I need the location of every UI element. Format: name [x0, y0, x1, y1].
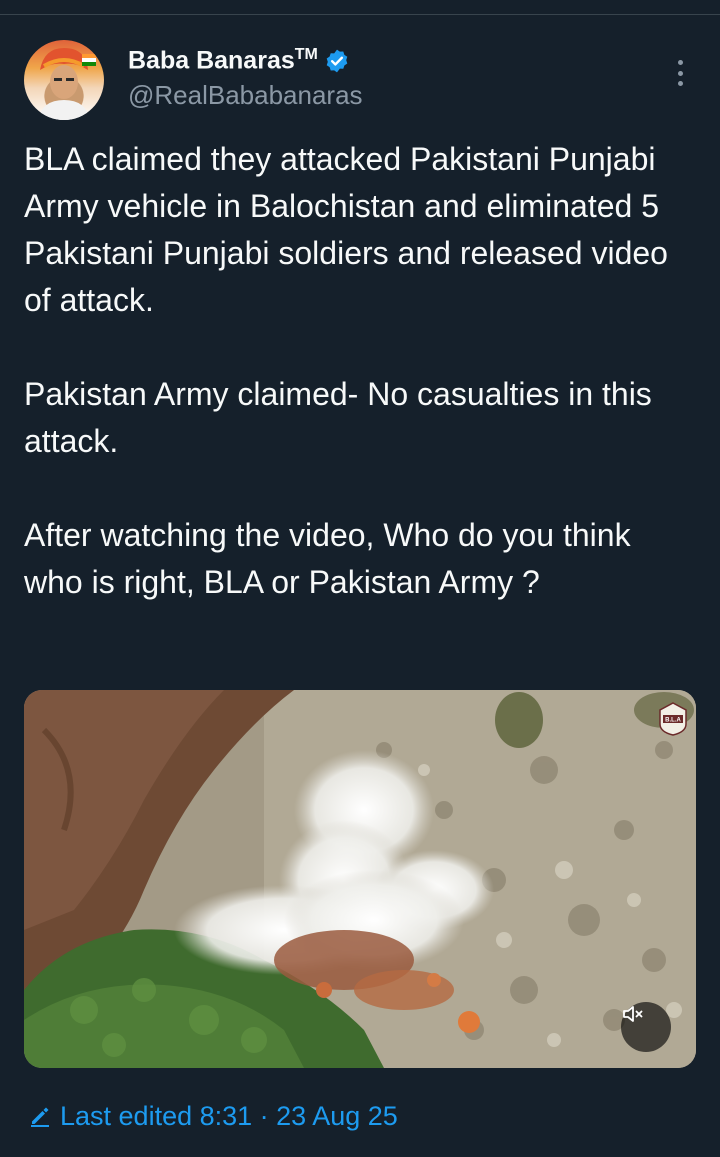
- last-edited-link[interactable]: Last edited 8:31 · 23 Aug 25: [28, 1096, 398, 1136]
- volume-muted-icon: [623, 1006, 643, 1022]
- user-handle[interactable]: @RealBababanaras: [128, 80, 363, 111]
- video-player[interactable]: B.L.A: [24, 690, 696, 1068]
- mute-button[interactable]: [621, 1002, 671, 1052]
- watermark-logo-icon: B.L.A: [658, 702, 688, 736]
- watermark-text: B.L.A: [665, 718, 681, 724]
- tweet-paragraph: After watching the video, Who do you thi…: [24, 517, 631, 600]
- last-edited-text[interactable]: Last edited 8:31 · 23 Aug 25: [60, 1101, 398, 1132]
- display-name[interactable]: Baba BanarasTM: [128, 46, 318, 75]
- pencil-icon: [28, 1104, 52, 1128]
- video-frame: [24, 690, 696, 1068]
- tweet-text: BLA claimed they attacked Pakistani Punj…: [24, 136, 696, 606]
- avatar[interactable]: [24, 40, 104, 120]
- tweet-paragraph: Pakistan Army claimed- No casualties in …: [24, 376, 652, 459]
- name-row: Baba BanarasTM: [128, 44, 350, 78]
- more-options-icon[interactable]: [670, 56, 690, 90]
- tweet-header: Baba BanarasTM @RealBababanaras: [24, 40, 696, 120]
- tweet-paragraph: BLA claimed they attacked Pakistani Punj…: [24, 141, 668, 318]
- top-divider: [0, 14, 720, 15]
- verified-badge-icon: [324, 48, 350, 74]
